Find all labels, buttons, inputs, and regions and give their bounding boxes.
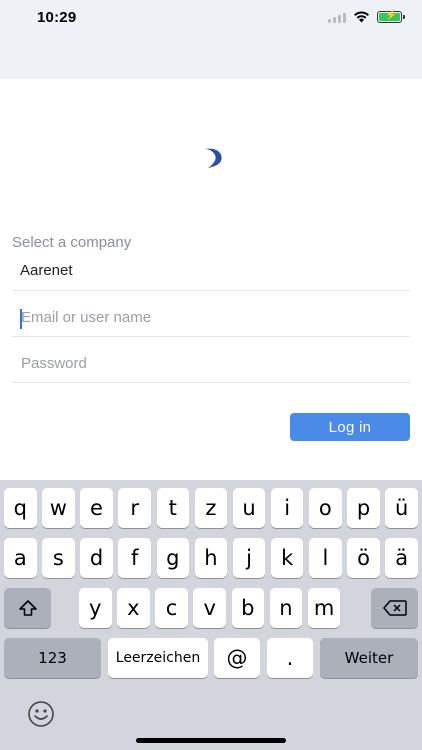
company-label: Select a company xyxy=(12,234,132,251)
status-time: 10:29 xyxy=(37,9,77,26)
key-n[interactable]: n xyxy=(269,588,303,628)
password-divider xyxy=(12,382,410,383)
shift-key[interactable] xyxy=(4,588,51,628)
emoji-icon[interactable] xyxy=(27,700,55,728)
key-w[interactable]: w xyxy=(42,488,75,528)
home-indicator xyxy=(136,738,286,743)
key-l[interactable]: l xyxy=(309,538,342,578)
key-x[interactable]: x xyxy=(117,588,150,628)
key-ö[interactable]: ö xyxy=(347,538,380,578)
key-z[interactable]: z xyxy=(194,488,228,528)
dot-key[interactable]: . xyxy=(267,638,313,678)
delete-key[interactable] xyxy=(371,588,418,628)
key-t[interactable]: t xyxy=(156,488,190,528)
key-o[interactable]: o xyxy=(309,488,342,528)
key-a[interactable]: a xyxy=(4,538,37,578)
return-key[interactable]: Weiter xyxy=(320,638,418,678)
key-b[interactable]: b xyxy=(231,588,265,628)
cellular-signal-icon xyxy=(328,12,346,23)
company-select[interactable]: Aarenet xyxy=(20,262,73,279)
key-y[interactable]: y xyxy=(79,588,112,628)
key-i[interactable]: i xyxy=(270,488,304,528)
space-key[interactable]: Leerzeichen xyxy=(108,638,208,678)
key-ä[interactable]: ä xyxy=(385,538,418,578)
key-u[interactable]: u xyxy=(232,488,266,528)
app-logo-icon xyxy=(205,148,222,168)
numbers-key[interactable]: 123 xyxy=(4,638,101,678)
key-k[interactable]: k xyxy=(270,538,304,578)
key-s[interactable]: s xyxy=(42,538,75,578)
company-divider xyxy=(12,290,410,291)
status-icons: ⚡ xyxy=(328,10,405,23)
backspace-icon xyxy=(382,600,407,616)
email-field[interactable]: Email or user name xyxy=(12,300,410,336)
key-f[interactable]: f xyxy=(118,538,151,578)
login-button[interactable]: Log in xyxy=(290,413,410,441)
key-j[interactable]: j xyxy=(232,538,266,578)
at-key[interactable]: @ xyxy=(214,638,260,678)
key-d[interactable]: d xyxy=(80,538,113,578)
key-p[interactable]: p xyxy=(347,488,380,528)
email-divider xyxy=(12,336,410,337)
key-v[interactable]: v xyxy=(193,588,226,628)
key-ü[interactable]: ü xyxy=(385,488,418,528)
status-bar: 10:29 ⚡ xyxy=(0,0,422,79)
key-h[interactable]: h xyxy=(194,538,228,578)
key-g[interactable]: g xyxy=(156,538,190,578)
password-placeholder: Password xyxy=(21,355,87,372)
password-field[interactable]: Password xyxy=(12,346,410,382)
email-placeholder: Email or user name xyxy=(21,309,152,326)
key-m[interactable]: m xyxy=(307,588,341,628)
key-e[interactable]: e xyxy=(80,488,113,528)
shift-icon xyxy=(18,600,37,616)
battery-charging-icon: ⚡ xyxy=(377,10,405,23)
key-q[interactable]: q xyxy=(4,488,37,528)
key-r[interactable]: r xyxy=(118,488,151,528)
wifi-icon xyxy=(354,11,369,23)
key-c[interactable]: c xyxy=(155,588,188,628)
